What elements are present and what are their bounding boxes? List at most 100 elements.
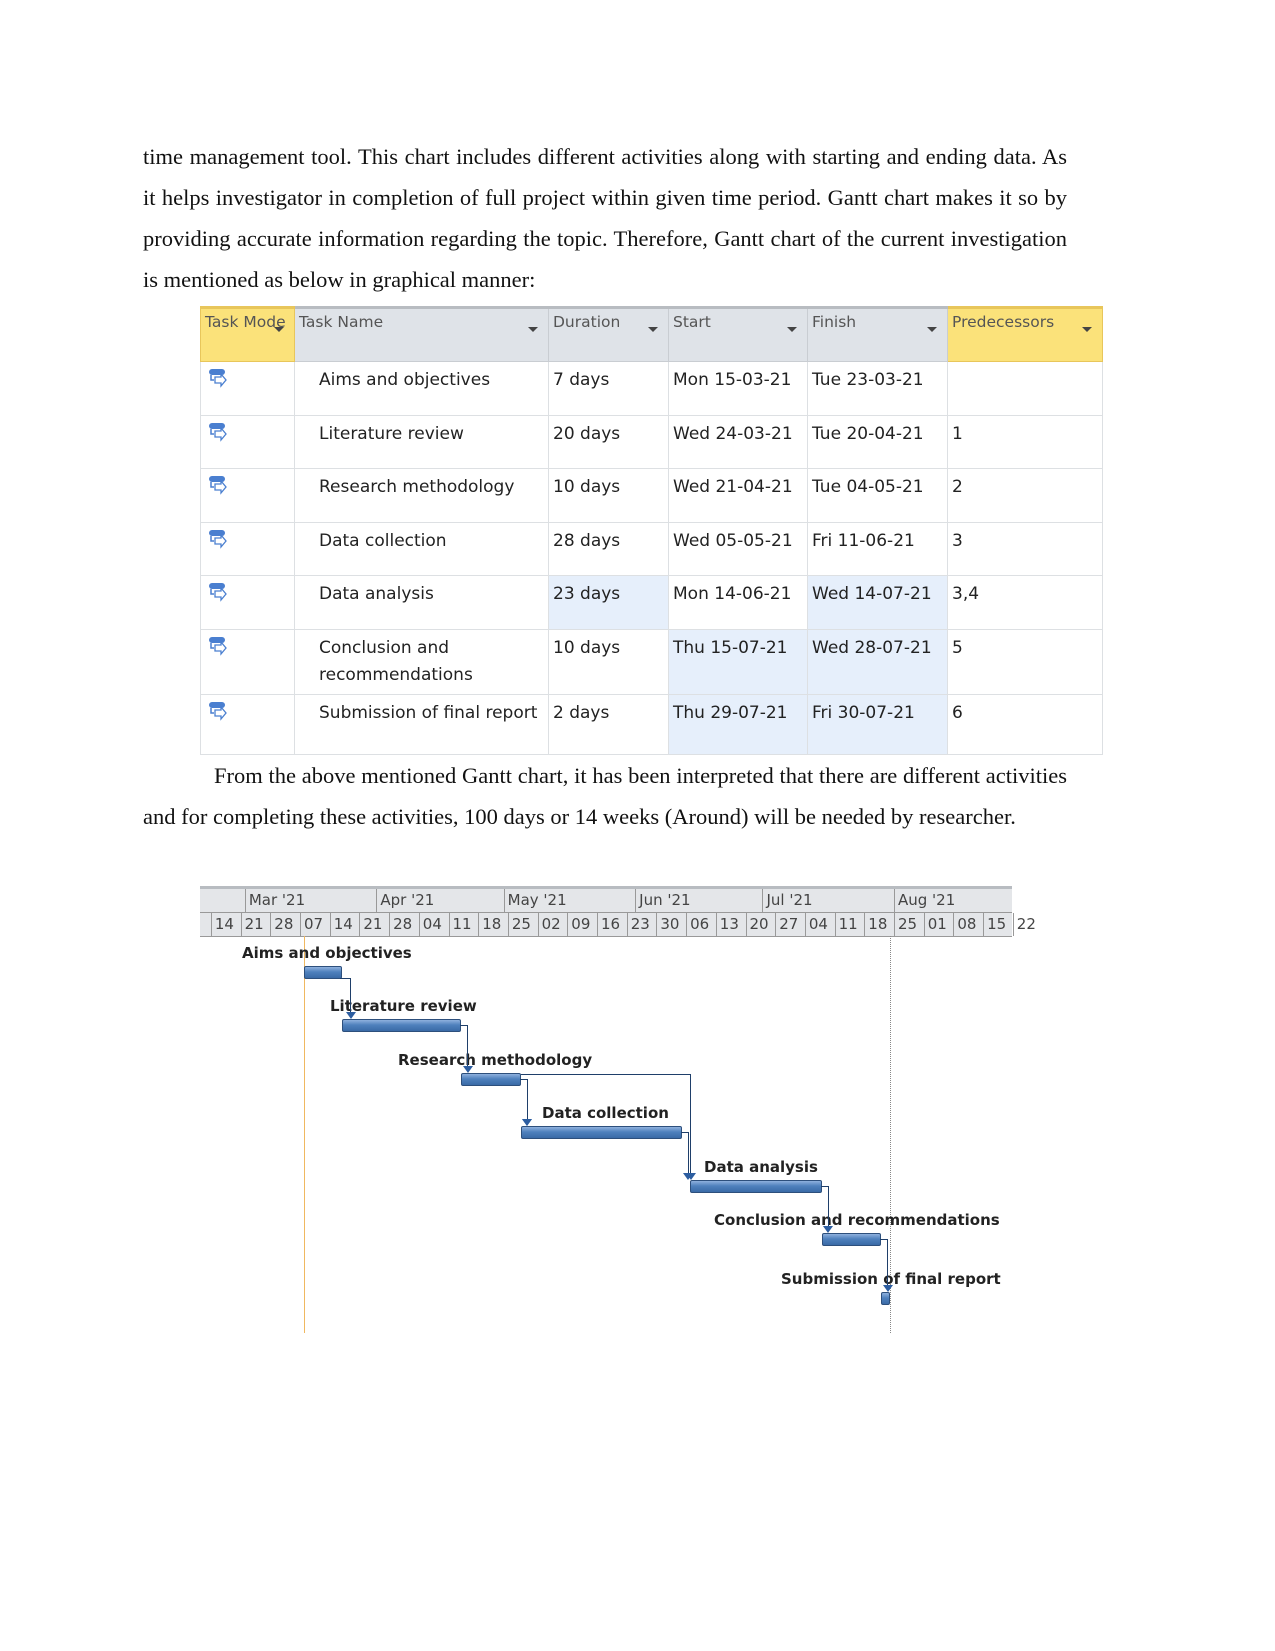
header-start[interactable]: Start xyxy=(668,306,808,362)
task-label: Data analysis xyxy=(704,1158,818,1176)
name-cell[interactable]: Research methodology xyxy=(294,468,549,523)
table-row[interactable]: Conclusion and recommendations 10 days Thu… xyxy=(200,629,1103,695)
finish-text: Fri 11-06-21 xyxy=(812,531,915,551)
header-label: Duration xyxy=(553,313,621,331)
pred-cell[interactable]: 5 xyxy=(947,629,1103,695)
name-text: Conclusion and recommendations xyxy=(319,638,473,685)
dropdown-arrow-icon[interactable] xyxy=(528,327,538,332)
duration-cell[interactable]: 10 days xyxy=(548,629,669,695)
dropdown-arrow-icon[interactable] xyxy=(927,327,937,332)
timescale-months: Mar '21 Apr '21 May '21 Jun '21 Jul '21 Aug '… xyxy=(200,886,1012,913)
week-label: 11 xyxy=(448,913,479,936)
week-label: 11 xyxy=(834,913,865,936)
week-label: 22 xyxy=(1012,913,1043,936)
task-bar xyxy=(304,966,343,979)
auto-scheduled-task-icon xyxy=(209,702,227,721)
start-text: Thu 15-07-21 xyxy=(673,638,788,658)
task-mode-cell[interactable] xyxy=(200,575,295,630)
start-cell[interactable]: Wed 21-04-21 xyxy=(668,468,808,523)
dependency-arrow-icon xyxy=(882,1285,893,1292)
week-label: 18 xyxy=(864,913,894,936)
task-bar xyxy=(821,1233,882,1246)
finish-cell[interactable]: Wed 14-07-21 xyxy=(807,575,948,630)
task-mode-cell[interactable] xyxy=(200,522,295,576)
task-mode-cell[interactable] xyxy=(200,468,295,523)
header-duration[interactable]: Duration xyxy=(548,306,669,362)
week-label: 08 xyxy=(953,913,983,936)
auto-scheduled-task-icon xyxy=(209,583,227,602)
finish-cell[interactable]: Fri 30-07-21 xyxy=(807,694,948,755)
header-predecessors[interactable]: Predecessors xyxy=(947,306,1103,362)
task-mode-cell[interactable] xyxy=(200,694,295,755)
week-label: 13 xyxy=(715,913,746,936)
start-text: Thu 29-07-21 xyxy=(673,703,788,723)
name-text: Submission of final report xyxy=(319,703,538,723)
finish-cell[interactable]: Tue 04-05-21 xyxy=(807,468,948,523)
dropdown-arrow-icon[interactable] xyxy=(274,327,284,332)
start-cell[interactable]: Mon 14-06-21 xyxy=(668,575,808,630)
pred-cell[interactable]: 2 xyxy=(947,468,1103,523)
dependency-arrow-icon xyxy=(522,1119,533,1126)
table-row[interactable]: Aims and objectives 7 days Mon 15-03-21 Tue… xyxy=(200,361,1103,416)
header-finish[interactable]: Finish xyxy=(807,306,948,362)
auto-scheduled-task-icon xyxy=(209,530,227,549)
task-label: Conclusion and recommendations xyxy=(714,1211,1000,1229)
finish-cell[interactable]: Tue 23-03-21 xyxy=(807,361,948,416)
month-label: Jun '21 xyxy=(635,889,762,912)
finish-cell[interactable]: Tue 20-04-21 xyxy=(807,415,948,469)
finish-cell[interactable]: Wed 28-07-21 xyxy=(807,629,948,695)
dropdown-arrow-icon[interactable] xyxy=(1082,327,1092,332)
pred-cell[interactable]: 1 xyxy=(947,415,1103,469)
name-text: Aims and objectives xyxy=(319,370,491,390)
name-cell[interactable]: Data collection xyxy=(294,522,549,576)
task-mode-cell[interactable] xyxy=(200,361,295,416)
timescale-weeks: 14 21 28 07 14 21 28 04 11 18 25 02 09 16 23 30 06 13 20 27… xyxy=(200,912,1036,937)
finish-text: Tue 20-04-21 xyxy=(812,424,924,444)
duration-cell[interactable]: 28 days xyxy=(548,522,669,576)
pred-cell[interactable]: 6 xyxy=(947,694,1103,755)
pred-cell[interactable]: 3,4 xyxy=(947,575,1103,630)
pred-cell[interactable]: 3 xyxy=(947,522,1103,576)
task-mode-cell[interactable] xyxy=(200,415,295,469)
start-cell[interactable]: Mon 15-03-21 xyxy=(668,361,808,416)
task-label: Data collection xyxy=(542,1104,669,1122)
table-row[interactable]: Submission of final report 2 days Thu 29-0… xyxy=(200,694,1103,755)
finish-text: Tue 23-03-21 xyxy=(812,370,924,390)
pred-cell[interactable] xyxy=(947,361,1103,416)
table-row[interactable]: Literature review 20 days Wed 24-03-21 Tue … xyxy=(200,415,1103,469)
header-task-name[interactable]: Task Name xyxy=(294,306,549,362)
name-text: Data collection xyxy=(319,531,447,551)
start-cell[interactable]: Wed 05-05-21 xyxy=(668,522,808,576)
week-label: 21 xyxy=(240,913,271,936)
finish-text: Wed 28-07-21 xyxy=(812,638,932,658)
gantt-chart: Mar '21 Apr '21 May '21 Jun '21 Jul '21 Aug '… xyxy=(200,886,1036,1336)
start-cell[interactable]: Wed 24-03-21 xyxy=(668,415,808,469)
header-task-mode[interactable]: Task Mode xyxy=(200,306,295,362)
start-cell[interactable]: Thu 15-07-21 xyxy=(668,629,808,695)
dropdown-arrow-icon[interactable] xyxy=(787,327,797,332)
name-cell[interactable]: Submission of final report xyxy=(294,694,549,755)
week-label: 25 xyxy=(894,913,924,936)
duration-cell[interactable]: 2 days xyxy=(548,694,669,755)
name-cell[interactable]: Aims and objectives xyxy=(294,361,549,416)
header-label: Task Name xyxy=(299,313,384,331)
task-mode-cell[interactable] xyxy=(200,629,295,695)
table-row[interactable]: Research methodology 10 days Wed 21-04-21 T… xyxy=(200,468,1103,523)
table-row[interactable]: Data analysis 23 days Mon 14-06-21 Wed 14-0… xyxy=(200,575,1103,630)
pred-text: 6 xyxy=(952,703,963,723)
finish-cell[interactable]: Fri 11-06-21 xyxy=(807,522,948,576)
duration-cell[interactable]: 23 days xyxy=(548,575,669,630)
name-cell[interactable]: Literature review xyxy=(294,415,549,469)
name-cell[interactable]: Data analysis xyxy=(294,575,549,630)
dropdown-arrow-icon[interactable] xyxy=(648,327,658,332)
document-page: time management tool. This chart include… xyxy=(0,0,1275,1651)
duration-cell[interactable]: 10 days xyxy=(548,468,669,523)
duration-cell[interactable]: 7 days xyxy=(548,361,669,416)
dependency-line xyxy=(350,978,351,1014)
table-row[interactable]: Data collection 28 days Wed 05-05-21 Fri 11… xyxy=(200,522,1103,576)
task-bar xyxy=(461,1073,521,1086)
start-cell[interactable]: Thu 29-07-21 xyxy=(668,694,808,755)
duration-cell[interactable]: 20 days xyxy=(548,415,669,469)
name-cell[interactable]: Conclusion and recommendations xyxy=(294,629,549,695)
week-label: 14 xyxy=(210,913,241,936)
